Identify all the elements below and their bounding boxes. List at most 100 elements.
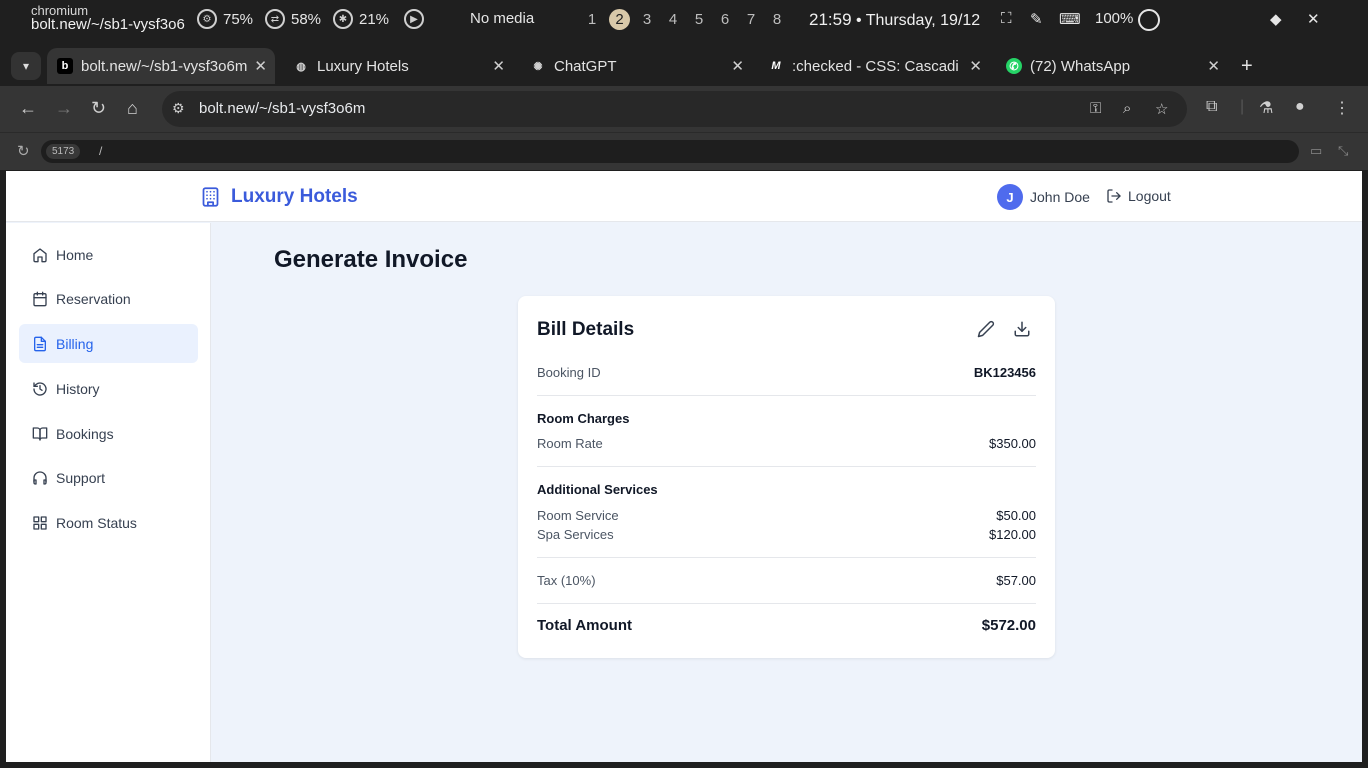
workspace-6[interactable]: 6 [716, 9, 734, 30]
room-rate-label: Room Rate [537, 436, 603, 451]
sidebar-item-history[interactable]: History [19, 369, 198, 408]
page-title: Generate Invoice [274, 246, 468, 273]
tab-bolt[interactable]: b bolt.new/~/sb1-vysf3o6m ✕ [47, 48, 275, 84]
calendar-icon [33, 291, 47, 306]
device-preview-icon[interactable]: ▭ [1310, 143, 1322, 159]
workspace-5[interactable]: 5 [690, 9, 708, 30]
labs-flask-icon[interactable]: ⚗ [1259, 98, 1273, 118]
tax-label: Tax (10%) [537, 573, 596, 588]
battery-icon [1138, 9, 1160, 31]
sidebar-item-room-status[interactable]: Room Status [19, 503, 198, 542]
app-viewport: Luxury Hotels J John Doe Logout Home Res… [6, 171, 1362, 762]
total-row: Total Amount $572.00 [537, 617, 1036, 634]
sidebar-item-label: Home [56, 246, 94, 263]
preview-address-bar: ↻ 5173 / ▭ ⤡ [0, 132, 1368, 170]
home-button[interactable]: ⌂ [127, 98, 138, 119]
room-rate-value: $350.00 [989, 436, 1036, 451]
fullscreen-exit-icon[interactable]: ⤡ [1338, 143, 1348, 159]
sidebar-item-label: Bookings [56, 425, 114, 442]
preview-reload-icon[interactable]: ↻ [17, 142, 30, 160]
room-service-label: Room Service [537, 508, 619, 523]
bluetooth-off-icon[interactable]: ✕ [1307, 10, 1320, 28]
tab-luxury-hotels[interactable]: ◍ Luxury Hotels ✕ [283, 48, 513, 84]
close-icon[interactable]: ✕ [1207, 57, 1220, 75]
reload-button[interactable]: ↻ [91, 98, 106, 119]
logout-label: Logout [1128, 188, 1171, 204]
cpu-value: 75% [223, 10, 254, 28]
workspace-8[interactable]: 8 [768, 9, 786, 30]
system-bar: chromium bolt.new/~/sb1-vysf3o6 ⚙ 75% ⇄ … [0, 0, 1368, 40]
tab-title: ChatGPT [554, 57, 617, 75]
password-key-icon[interactable]: ⚿ [1090, 100, 1101, 117]
user-menu[interactable]: J John Doe [997, 184, 1090, 210]
close-icon[interactable]: ✕ [969, 57, 982, 75]
workspace-3[interactable]: 3 [638, 9, 656, 30]
workspace-7[interactable]: 7 [742, 9, 760, 30]
room-charges-heading: Room Charges [537, 411, 630, 426]
tab-search-button[interactable]: ▾ [11, 52, 41, 80]
port-badge[interactable]: 5173 [46, 144, 81, 159]
keyboard-icon[interactable]: ⌨ [1059, 10, 1081, 28]
brand[interactable]: Luxury Hotels [200, 185, 358, 209]
forward-button[interactable]: → [55, 98, 73, 119]
tab-mdn[interactable]: M :checked - CSS: Cascadi ✕ [758, 48, 990, 84]
history-icon [33, 381, 47, 396]
temperature-indicator: ✱ 21% [333, 9, 389, 29]
tab-title: Luxury Hotels [317, 57, 409, 75]
media-play-button[interactable]: ▶ [404, 9, 424, 29]
menu-kebab-icon[interactable]: ⋮ [1334, 98, 1350, 118]
color-picker-icon[interactable]: ✎ [1030, 10, 1043, 28]
sidebar-item-label: History [56, 380, 100, 397]
extensions-icon[interactable]: ⧉ [1206, 98, 1217, 116]
sidebar-item-label: Billing [56, 335, 94, 352]
mdn-icon: M [771, 60, 781, 72]
close-icon[interactable]: ✕ [731, 57, 744, 75]
workspace-4[interactable]: 4 [664, 9, 682, 30]
memory-value: 58% [291, 10, 322, 28]
logout-button[interactable]: Logout [1106, 188, 1171, 204]
window-title: bolt.new/~/sb1-vysf3o6 [31, 18, 185, 32]
back-button[interactable]: ← [19, 98, 37, 119]
tab-title: (72) WhatsApp [1030, 57, 1131, 75]
wifi-icon[interactable]: ◆ [1270, 10, 1282, 28]
temperature-icon: ✱ [333, 9, 353, 29]
home-icon [33, 247, 47, 262]
screenshot-icon[interactable]: ⛶ [1001, 10, 1012, 27]
sidebar-item-billing[interactable]: Billing [19, 324, 198, 363]
url-text[interactable]: bolt.new/~/sb1-vysf3o6m [199, 100, 365, 117]
profile-icon[interactable]: ● [1295, 98, 1305, 116]
chatgpt-icon: ✺ [533, 60, 543, 73]
preview-path[interactable]: / [99, 144, 102, 158]
sidebar-item-bookings[interactable]: Bookings [19, 414, 198, 453]
workspace-2[interactable]: 2 [609, 9, 630, 30]
sidebar-item-support[interactable]: Support [19, 458, 198, 497]
spa-services-value: $120.00 [989, 527, 1036, 542]
zoom-icon[interactable]: ⌕ [1123, 100, 1131, 117]
close-icon[interactable]: ✕ [254, 57, 267, 75]
user-name: John Doe [1030, 189, 1090, 205]
tab-strip: ▾ b bolt.new/~/sb1-vysf3o6m ✕ ◍ Luxury H… [0, 40, 1368, 114]
globe-icon: ◍ [296, 60, 306, 73]
address-bar[interactable]: ⚙ bolt.new/~/sb1-vysf3o6m ⚿ ⌕ ☆ [162, 91, 1187, 127]
app-header: Luxury Hotels J John Doe Logout [6, 171, 1362, 222]
tax-row: Tax (10%) $57.00 [537, 573, 1036, 588]
tab-chatgpt[interactable]: ✺ ChatGPT ✕ [520, 48, 752, 84]
edit-pencil-icon[interactable] [977, 320, 995, 338]
bookmark-star-icon[interactable]: ☆ [1155, 100, 1168, 118]
total-label: Total Amount [537, 617, 632, 634]
media-status: No media [470, 10, 535, 27]
close-icon[interactable]: ✕ [492, 57, 505, 75]
site-info-icon[interactable]: ⚙ [172, 100, 185, 117]
booking-id-value: BK123456 [973, 365, 1036, 380]
workspace-1[interactable]: 1 [583, 9, 601, 30]
tab-whatsapp[interactable]: ✆ (72) WhatsApp ✕ [996, 48, 1228, 84]
sidebar-item-reservation[interactable]: Reservation [19, 279, 198, 318]
bill-details-card: Bill Details Booking ID BK123456 Room Ch… [518, 296, 1055, 658]
app-name: chromium [31, 3, 89, 18]
divider [537, 557, 1036, 558]
cpu-icon: ⚙ [197, 9, 217, 29]
preview-url-field[interactable]: 5173 / [41, 140, 1299, 163]
sidebar-item-home[interactable]: Home [19, 235, 198, 274]
download-icon[interactable] [1013, 320, 1031, 338]
new-tab-button[interactable]: + [1241, 55, 1253, 78]
